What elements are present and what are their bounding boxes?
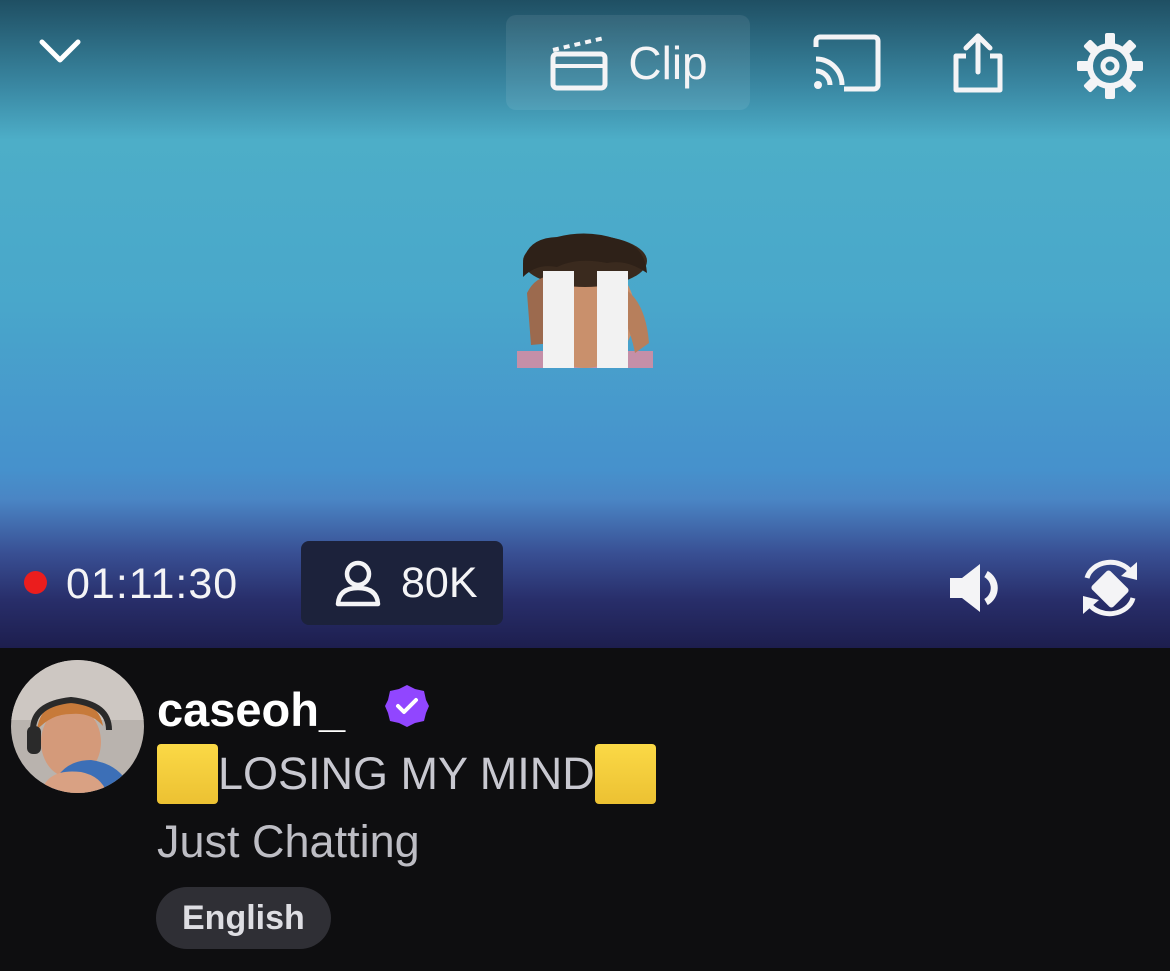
share-icon [953, 33, 1003, 93]
person-icon [335, 560, 381, 607]
pause-icon [543, 271, 574, 368]
viewer-count: 80K [401, 558, 478, 607]
live-indicator [24, 571, 47, 594]
cast-button[interactable] [808, 30, 884, 96]
channel-name[interactable]: caseoh_ [157, 682, 345, 737]
settings-button[interactable] [1072, 28, 1148, 104]
stream-info-panel: caseoh_ LOSING MY MIND Just Chatting Eng… [0, 648, 1170, 971]
language-tag[interactable]: English [156, 887, 331, 949]
stream-category[interactable]: Just Chatting [157, 816, 420, 868]
yellow-square-emoji [594, 744, 656, 804]
cast-icon [813, 34, 881, 92]
minimize-button[interactable] [30, 20, 90, 80]
chevron-down-icon [39, 39, 81, 63]
clip-button[interactable]: Clip [506, 15, 750, 110]
volume-button[interactable] [944, 558, 1014, 618]
stream-uptime: 01:11:30 [66, 560, 239, 608]
avatar[interactable] [11, 660, 144, 793]
pause-button[interactable] [517, 233, 653, 368]
gear-icon [1077, 33, 1143, 99]
share-button[interactable] [946, 28, 1010, 98]
clapperboard-icon [550, 35, 608, 90]
verified-badge-icon [385, 685, 429, 727]
clip-label: Clip [628, 36, 708, 89]
rotate-screen-icon [1083, 559, 1137, 617]
yellow-square-emoji [157, 744, 218, 804]
video-player[interactable]: Clip 01:11:30 80K [0, 0, 1170, 648]
rotate-button[interactable] [1078, 553, 1142, 623]
emote-thumbnail [517, 233, 653, 368]
stream-title-text: LOSING MY MIND [218, 748, 595, 799]
streamer-avatar-image [11, 660, 144, 793]
viewer-count-badge[interactable]: 80K [301, 541, 503, 625]
speaker-icon [950, 564, 998, 612]
stream-title: LOSING MY MIND [157, 744, 656, 804]
pause-icon-bar [597, 271, 628, 368]
